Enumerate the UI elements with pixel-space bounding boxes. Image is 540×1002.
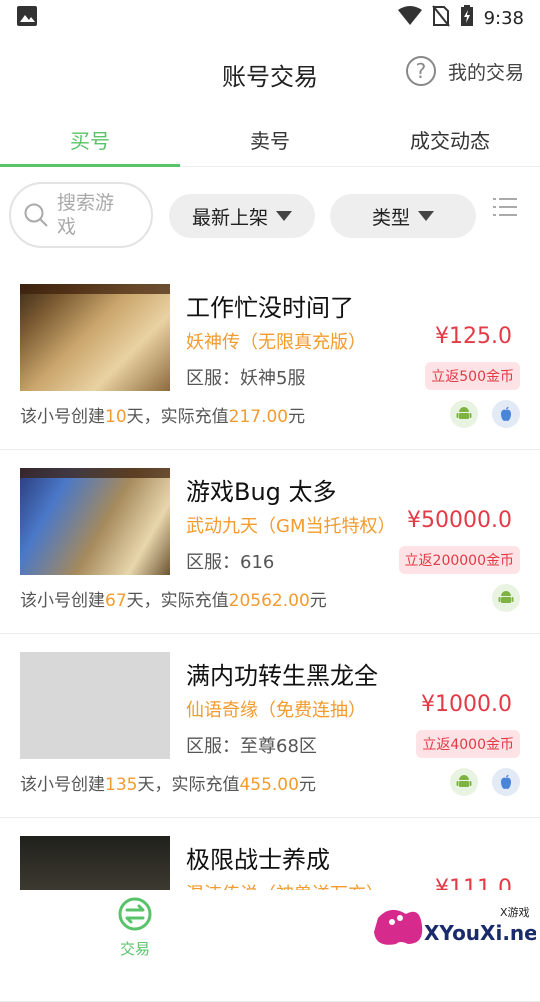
android-icon [450, 400, 478, 428]
tab-bar: 买号 卖号 成交动态 [0, 112, 540, 167]
platforms [450, 400, 520, 428]
game-thumbnail [20, 468, 170, 575]
game-thumbnail [20, 284, 170, 391]
days-value: 67 [105, 591, 127, 611]
my-trades-label[interactable]: 我的交易 [448, 58, 524, 85]
listing-title: 极限战士养成 [186, 846, 330, 874]
price: ¥125.0 [435, 324, 512, 349]
listing-title: 游戏Bug 太多 [186, 478, 337, 506]
nav-trade[interactable]: 交易 [100, 896, 170, 959]
platforms [450, 768, 520, 796]
battery-charging-icon [460, 4, 474, 32]
server-name: 区服：至尊68区 [186, 736, 317, 757]
status-icons: 9:38 [397, 4, 524, 32]
caret-down-icon [276, 211, 292, 221]
meta-suffix: 元 [298, 775, 316, 795]
price: ¥1000.0 [421, 692, 512, 717]
nav-trade-label: 交易 [119, 940, 150, 958]
recharge-value: 455.00 [239, 775, 299, 795]
type-label: 类型 [371, 206, 410, 229]
game-thumbnail [20, 652, 170, 759]
listing-title: 满内功转生黑龙全 [186, 662, 378, 690]
meta-mid: 天，实际充值 [126, 591, 229, 611]
recharge-value: 217.00 [228, 407, 289, 427]
page-title: 账号交易 [222, 62, 318, 91]
price: ¥50000.0 [407, 508, 512, 533]
server-name: 区服：616 [186, 552, 275, 573]
android-icon [450, 768, 478, 796]
apple-icon [492, 400, 520, 428]
sort-dropdown[interactable]: 最新上架 [169, 194, 315, 238]
days-value: 135 [105, 775, 138, 795]
tab-sell[interactable]: 卖号 [180, 112, 360, 166]
search-input[interactable]: 搜索游戏 [9, 182, 153, 248]
xyouxi-logo: X游戏 XYouXi.net [374, 906, 540, 945]
tab-deals[interactable]: 成交动态 [360, 112, 540, 166]
trade-icon [118, 897, 152, 931]
list-item[interactable]: 工作忙没时间了 妖神传（无限真充版） 区服：妖神5服 ¥125.0 立返500金… [0, 266, 540, 450]
rebate-badge: 立返4000金币 [416, 730, 520, 758]
list-icon[interactable] [493, 197, 517, 217]
image-icon [16, 5, 38, 31]
tab-buy[interactable]: 买号 [0, 112, 180, 167]
filter-bar: 搜索游戏 最新上架 类型 [0, 176, 540, 256]
clock: 9:38 [483, 7, 524, 29]
meta-suffix: 元 [309, 591, 327, 611]
no-sim-icon [431, 4, 450, 32]
meta-mid: 天，实际充值 [126, 407, 229, 427]
platforms [492, 584, 520, 612]
rebate-badge: 立返500金币 [425, 362, 520, 390]
meta-prefix: 该小号创建 [20, 775, 105, 795]
watermark-line1: X游戏 [500, 906, 530, 919]
search-icon [23, 202, 49, 228]
account-meta: 该小号创建67天，实际充值20562.00元 [20, 586, 327, 611]
server-name: 区服：妖神5服 [186, 368, 306, 389]
meta-mid: 天，实际充值 [137, 775, 240, 795]
days-value: 10 [105, 407, 127, 427]
caret-down-icon [418, 211, 434, 221]
status-bar: 9:38 [0, 0, 540, 36]
game-name: 妖神传（无限真充版） [186, 332, 366, 353]
android-icon [492, 584, 520, 612]
account-meta: 该小号创建10天，实际充值217.00元 [20, 402, 305, 427]
search-placeholder: 搜索游戏 [57, 192, 115, 238]
meta-prefix: 该小号创建 [20, 407, 105, 427]
account-meta: 该小号创建135天，实际充值455.00元 [20, 770, 316, 795]
sort-label: 最新上架 [191, 206, 268, 229]
list-item[interactable]: 游戏Bug 太多 武动九天（GM当托特权） 区服：616 ¥50000.0 立返… [0, 450, 540, 634]
watermark-line2: XYouXi.net [424, 921, 536, 945]
my-trades-link[interactable]: ? 我的交易 [405, 56, 524, 86]
meta-suffix: 元 [288, 407, 306, 427]
wifi-icon [397, 5, 422, 31]
meta-prefix: 该小号创建 [20, 591, 105, 611]
list-item[interactable]: 满内功转生黑龙全 仙语奇缘（免费连抽） 区服：至尊68区 ¥1000.0 立返4… [0, 634, 540, 818]
listing-title: 工作忙没时间了 [186, 294, 354, 322]
game-name: 武动九天（GM当托特权） [186, 516, 396, 537]
game-name: 仙语奇缘（免费连抽） [186, 700, 366, 721]
type-dropdown[interactable]: 类型 [330, 194, 476, 238]
recharge-value: 20562.00 [228, 591, 310, 611]
watermark: X游戏 XYouXi.net [370, 900, 540, 956]
rebate-badge: 立返200000金币 [398, 546, 520, 574]
apple-icon [492, 768, 520, 796]
question-circle-icon[interactable]: ? [405, 56, 436, 86]
app-header: 账号交易 ? 我的交易 [0, 36, 540, 112]
